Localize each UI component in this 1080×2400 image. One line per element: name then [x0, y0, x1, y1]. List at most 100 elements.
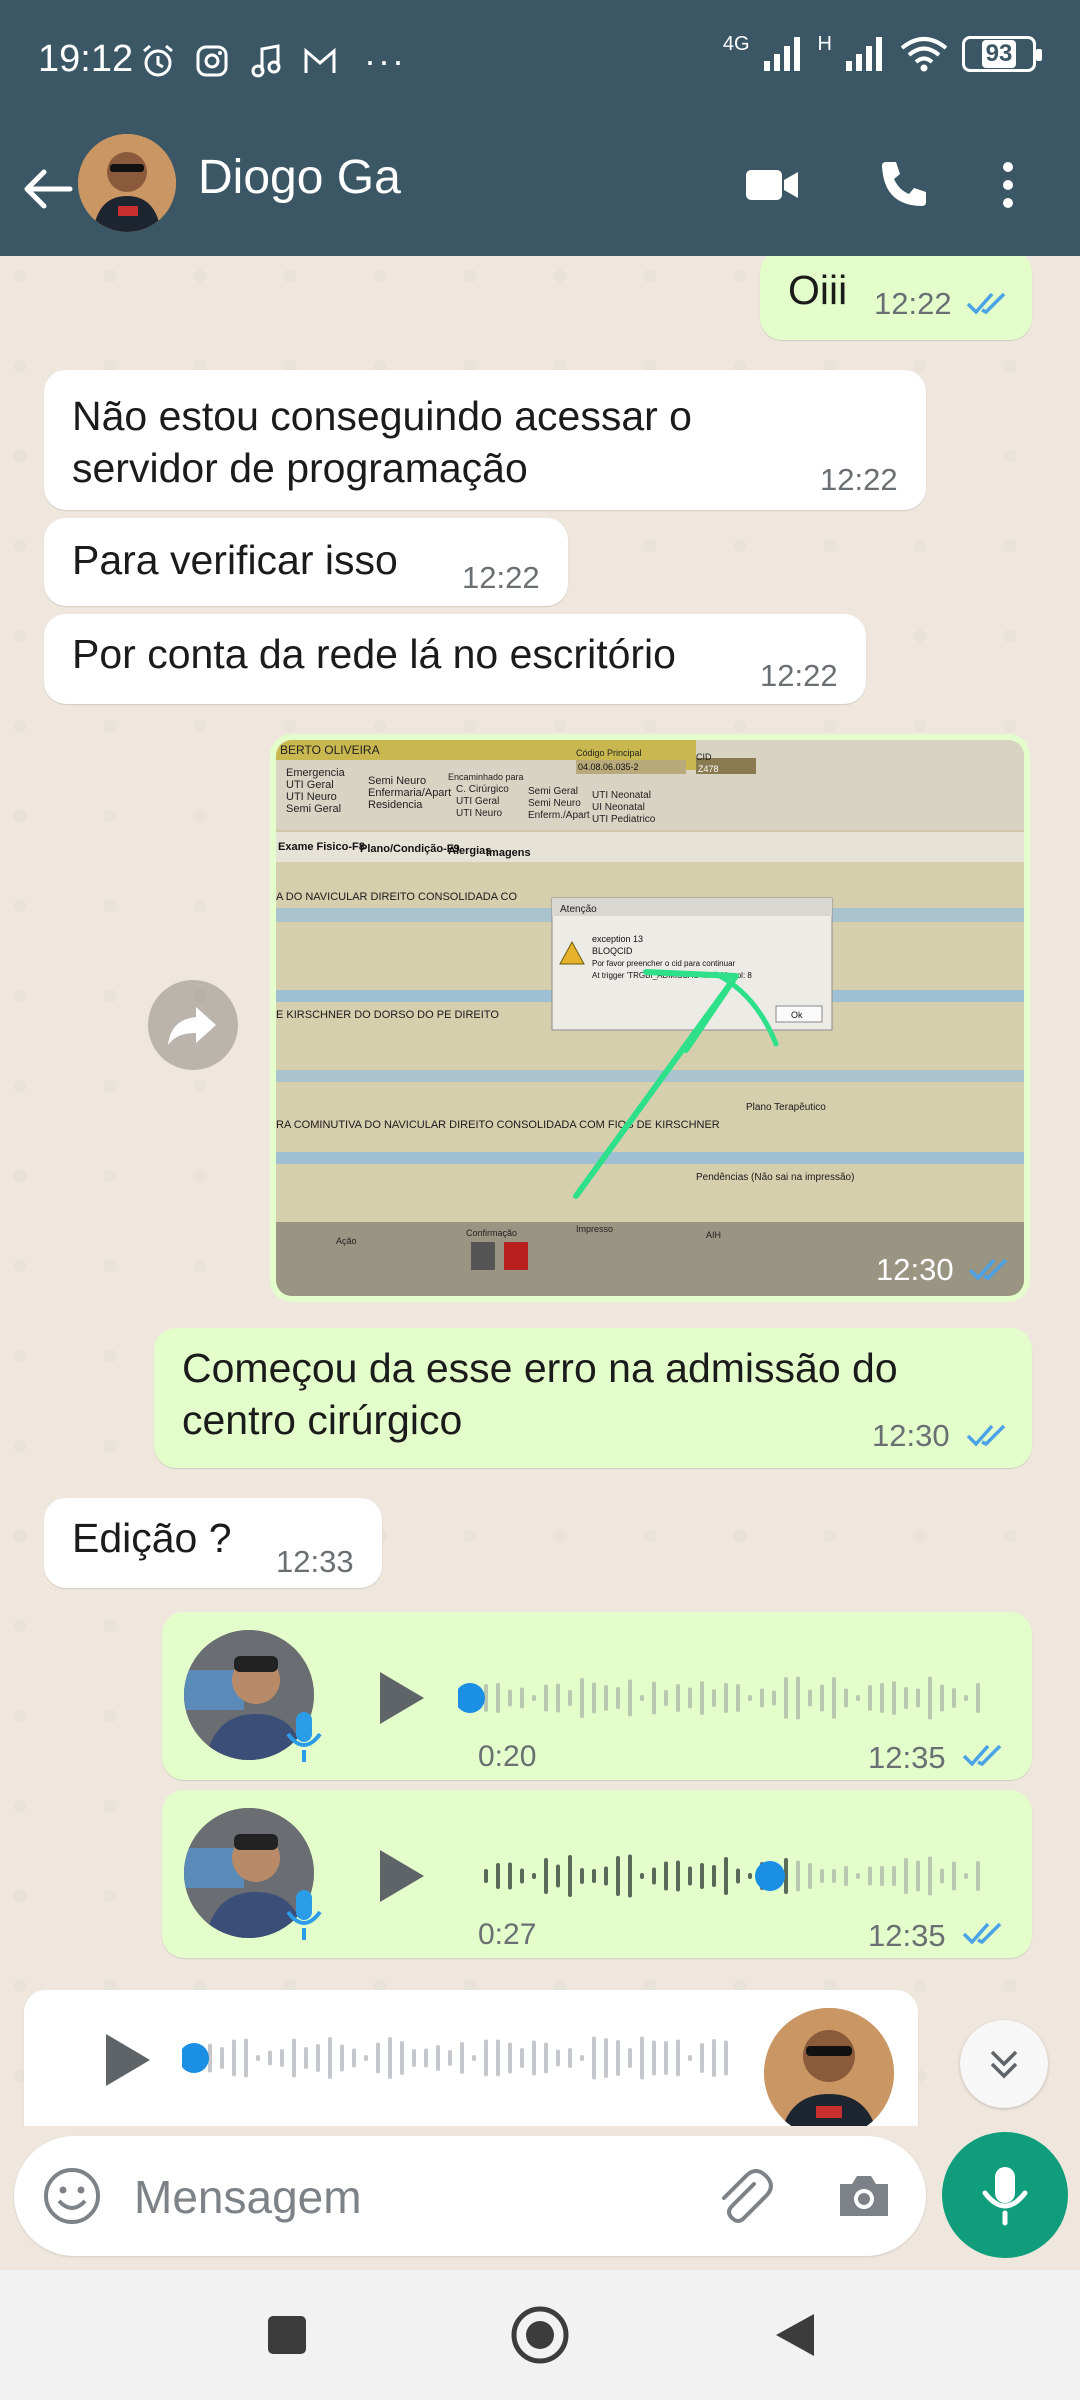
- waveform-bar: [496, 2039, 500, 2077]
- photo-plano-label: Plano Terapêutico: [746, 1102, 826, 1113]
- waveform-bar: [640, 1695, 644, 1701]
- chat-area[interactable]: Oiii 12:22 Não estou conseguindo acessar…: [0, 256, 1080, 2126]
- message-text: Edição ?: [72, 1515, 232, 1561]
- waveform-bar: [808, 1689, 812, 1707]
- waveform-bar: [616, 2040, 620, 2076]
- camera-icon[interactable]: [834, 2166, 894, 2226]
- voice-call-icon[interactable]: [872, 154, 934, 216]
- read-receipt-icon: [962, 1922, 1002, 1945]
- waveform-bar: [652, 1867, 656, 1885]
- audio-waveform[interactable]: [182, 2022, 742, 2094]
- home-button[interactable]: [508, 2303, 572, 2367]
- scroll-to-bottom-button[interactable]: [960, 2020, 1048, 2108]
- video-call-icon[interactable]: [742, 154, 804, 216]
- emoji-icon[interactable]: [42, 2166, 102, 2226]
- recents-button[interactable]: [262, 2310, 312, 2360]
- read-receipt-icon: [968, 1258, 1008, 1281]
- waveform-bar: [484, 1869, 488, 1883]
- waveform-bar: [748, 1695, 752, 1701]
- microphone-icon: [982, 2167, 1028, 2226]
- waveform-bar: [976, 1683, 980, 1713]
- photo-pendencias-label: Pendências (Não sai na impressão): [696, 1172, 854, 1183]
- waveform-bar: [616, 1856, 620, 1896]
- message-time: 12:22: [462, 560, 540, 595]
- waveform-bar: [736, 1868, 740, 1884]
- message-bubble[interactable]: Oiii 12:22: [760, 256, 1032, 340]
- voice-message[interactable]: 0:27 12:35: [162, 1790, 1032, 1958]
- mic-badge-icon: [286, 1712, 322, 1762]
- play-icon[interactable]: [370, 1846, 430, 1906]
- waveform-bar: [532, 2040, 536, 2076]
- waveform-bar: [868, 1866, 872, 1886]
- attach-icon[interactable]: [714, 2166, 774, 2226]
- message-text: Oiii: [788, 267, 848, 313]
- waveform-bar: [712, 1865, 716, 1887]
- back-arrow-icon[interactable]: [20, 162, 74, 216]
- waveform-bar: [436, 2045, 440, 2071]
- waveform-bar: [652, 2040, 656, 2076]
- waveform-bar: [856, 1873, 860, 1879]
- play-icon[interactable]: [96, 2030, 156, 2090]
- voice-duration: 0:27: [478, 1918, 537, 1951]
- message-bubble[interactable]: Não estou conseguindo acessar o servidor…: [44, 370, 926, 510]
- photo-tab: Alergias: [448, 845, 491, 857]
- message-bubble[interactable]: Edição ? 12:33: [44, 1498, 382, 1588]
- voice-message[interactable]: [24, 1990, 918, 2126]
- waveform-bar: [544, 1684, 548, 1712]
- waveform-bar: [508, 1689, 512, 1707]
- waveform-bar: [604, 2038, 608, 2078]
- playback-position-handle[interactable]: [182, 2043, 209, 2073]
- audio-waveform[interactable]: [458, 1662, 998, 1734]
- playback-position-handle[interactable]: [755, 1861, 785, 1891]
- voice-record-button[interactable]: [942, 2132, 1068, 2258]
- battery-level: 93: [981, 40, 1017, 68]
- waveform-bar: [700, 1863, 704, 1889]
- waveform-bar: [604, 1866, 608, 1886]
- message-bubble[interactable]: Por conta da rede lá no escritório 12:22: [44, 614, 866, 704]
- waveform-bar: [952, 1688, 956, 1708]
- waveform-bar: [448, 2050, 452, 2066]
- waveform-bar: [892, 1866, 896, 1886]
- photo-dialog-line: BLOQCID: [592, 946, 633, 956]
- photo-radio: Semi Neuro: [528, 798, 581, 809]
- message-time: 12:35: [868, 1740, 946, 1775]
- waveform-bar: [340, 2044, 344, 2072]
- photo-radio: Semi Geral: [528, 786, 578, 797]
- waveform-bar: [712, 2039, 716, 2077]
- photo-dialog-title: Atenção: [560, 904, 597, 915]
- waveform-bar: [508, 1862, 512, 1890]
- waveform-bar: [520, 1687, 524, 1709]
- voice-message[interactable]: 0:20 12:35: [162, 1612, 1032, 1780]
- message-bubble[interactable]: Começou da esse erro na admissão do cent…: [154, 1328, 1032, 1468]
- photo-of-screen[interactable]: BERTO OLIVEIRA Código Principal 04.08.06…: [276, 740, 1024, 1296]
- photo-tab: Imagens: [486, 847, 531, 859]
- photo-codigo-value: 04.08.06.035-2: [578, 762, 639, 772]
- message-bubble[interactable]: Para verificar isso 12:22: [44, 518, 568, 606]
- waveform-bar: [700, 2043, 704, 2073]
- play-icon[interactable]: [370, 1668, 430, 1728]
- waveform-bar: [724, 1857, 728, 1895]
- back-button[interactable]: [770, 2310, 820, 2360]
- image-message[interactable]: BERTO OLIVEIRA Código Principal 04.08.06…: [270, 734, 1030, 1302]
- more-options-icon[interactable]: [988, 154, 1028, 216]
- audio-waveform[interactable]: [458, 1840, 998, 1912]
- waveform-bar: [820, 1869, 824, 1883]
- waveform-bar: [832, 1869, 836, 1883]
- waveform-bar: [484, 2039, 488, 2077]
- waveform-bar: [532, 1873, 536, 1879]
- waveform-bar: [292, 2038, 296, 2078]
- playback-position-handle[interactable]: [458, 1683, 485, 1713]
- sender-avatar: [764, 2008, 894, 2126]
- waveform-bar: [532, 1695, 536, 1701]
- forward-button[interactable]: [148, 980, 238, 1070]
- waveform-bar: [460, 2042, 464, 2074]
- mic-badge-icon: [286, 1890, 322, 1940]
- waveform-bar: [556, 2049, 560, 2067]
- contact-avatar[interactable]: [78, 134, 176, 232]
- waveform-bar: [604, 1685, 608, 1711]
- contact-name[interactable]: Diogo Ga: [198, 150, 401, 205]
- waveform-bar: [940, 1684, 944, 1712]
- waveform-bar: [844, 1688, 848, 1708]
- message-input[interactable]: Mensagem: [134, 2170, 362, 2224]
- message-composer[interactable]: Mensagem: [14, 2136, 926, 2256]
